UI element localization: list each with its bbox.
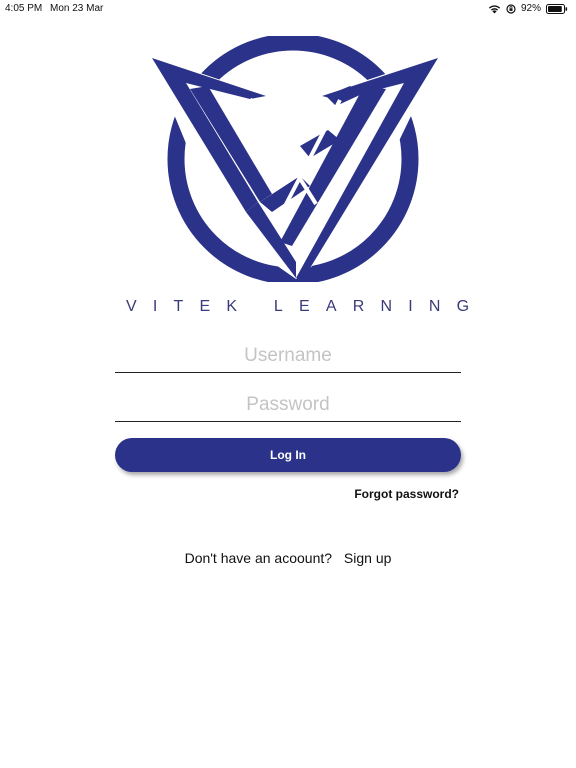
username-input[interactable] [115, 339, 461, 373]
signup-link[interactable]: Sign up [344, 550, 391, 566]
status-icons: 92% [488, 2, 568, 15]
status-date: Mon 23 Mar [50, 3, 104, 14]
brand-name: VITEK LEARNING [126, 298, 486, 315]
wifi-icon [488, 4, 501, 14]
vitek-logo-icon [150, 36, 440, 282]
login-button[interactable]: Log In [115, 438, 461, 472]
forgot-password-link[interactable]: Forgot password? [354, 487, 459, 501]
battery-percent: 92% [520, 3, 541, 14]
password-input[interactable] [115, 388, 461, 422]
signup-row: Don't have an acoount? Sign up [0, 550, 576, 566]
status-time: 4:05 PM [5, 3, 43, 14]
signup-prompt: Don't have an acoount? [184, 550, 333, 566]
orientation-lock-icon [506, 3, 516, 14]
status-bar: 4:05 PM Mon 23 Mar 92% [0, 0, 576, 18]
battery-icon [546, 3, 568, 14]
